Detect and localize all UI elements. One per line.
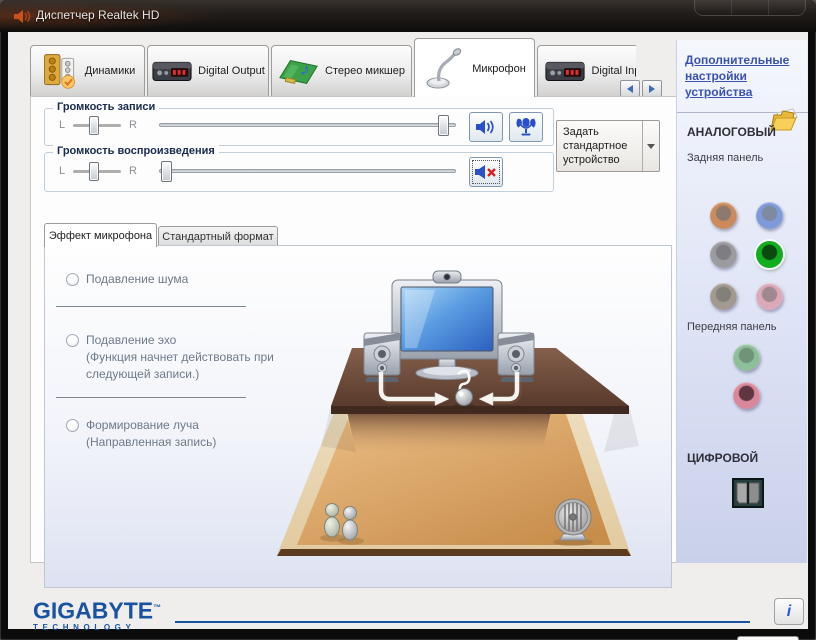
mic-boost-icon <box>516 118 536 136</box>
ok-button[interactable]: OK <box>737 636 799 640</box>
tab-stereo-mixer[interactable]: ♪ Стерео микшер <box>271 45 412 97</box>
rear-gray-jack[interactable] <box>710 241 737 268</box>
subtab-mic-effect[interactable]: Эффект микрофона <box>44 223 157 247</box>
recording-balance-slider[interactable] <box>73 116 121 135</box>
rear-panel-label: Задняя панель <box>687 152 764 164</box>
left-channel-label: L <box>59 119 66 131</box>
caption-button-group <box>694 0 806 16</box>
tab-digital-output[interactable]: Digital Output <box>147 45 269 97</box>
stereo-mixer-icon: ♪ <box>279 58 318 84</box>
rear-blue-jack[interactable] <box>756 202 783 229</box>
maximize-button[interactable] <box>732 0 769 15</box>
mute-speaker-icon <box>475 165 496 179</box>
brand-text: GIGABYTE <box>33 597 154 624</box>
tab-label: Digital Input <box>591 65 636 77</box>
window-title: Диспетчер Realtek HD <box>36 8 160 22</box>
playback-volume-slider[interactable] <box>159 161 456 182</box>
balance-thumb[interactable] <box>89 162 100 181</box>
volume-thumb[interactable] <box>160 161 172 182</box>
playback-monitor-button[interactable] <box>469 112 503 142</box>
spdif-port-icon[interactable] <box>732 478 764 508</box>
gigabyte-logo: GIGABYTE™ TECHNOLOGY <box>33 597 173 632</box>
brand-subtext: TECHNOLOGY <box>33 622 136 632</box>
front-panel-label: Передняя панель <box>687 321 777 333</box>
volume-thumb[interactable] <box>438 115 450 136</box>
set-default-dropdown[interactable] <box>642 121 659 171</box>
arrow-right-icon <box>649 84 655 93</box>
group-title: Громкость записи <box>53 101 160 113</box>
right-channel-label: R <box>129 165 137 177</box>
playback-volume-group: Громкость воспроизведения L R <box>44 145 554 192</box>
set-default-label: Задать стандартное устройство <box>563 126 628 166</box>
subtab-label: Эффект микрофона <box>48 229 153 242</box>
info-button[interactable]: i <box>774 598 804 625</box>
tab-speakers[interactable]: Динамики <box>30 45 145 97</box>
rear-gray2-jack[interactable] <box>710 283 737 310</box>
tab-microphone[interactable]: Микрофон <box>414 38 535 97</box>
arrow-left-icon <box>627 84 633 93</box>
group-title: Громкость воспроизведения <box>53 145 219 157</box>
tab-scroll-left-button[interactable] <box>620 80 640 97</box>
front-green-jack[interactable] <box>733 344 760 371</box>
realtek-hd-manager-window: Диспетчер Realtek HD Динамики Digital Ou… <box>0 0 816 640</box>
tab-label: Динамики <box>84 65 136 77</box>
tab-label: Стерео микшер <box>325 65 405 77</box>
tab-label: Микрофон <box>472 62 526 75</box>
tab-label: Digital Output <box>198 65 265 77</box>
title-bar[interactable]: Диспетчер Realtek HD <box>0 0 816 32</box>
left-channel-label: L <box>59 165 66 177</box>
digital-section-title: ЦИФРОВОЙ <box>687 451 759 465</box>
microphone-icon <box>426 47 462 88</box>
digital-input-icon <box>545 61 586 82</box>
mute-button[interactable] <box>469 157 503 187</box>
device-tab-strip: Динамики Digital Output ♪ Стерео микшер … <box>30 38 636 97</box>
subtab-label: Стандартный формат <box>162 230 274 243</box>
rear-pink-jack[interactable] <box>756 283 783 310</box>
app-speaker-icon <box>14 10 31 23</box>
device-advanced-settings-link[interactable]: Дополнительные настройки устройства <box>685 52 797 100</box>
mic-effect-panel: Подавление шума Подавление эхо (Функция … <box>44 245 672 588</box>
tab-scroll-right-button[interactable] <box>642 80 662 97</box>
room-illustration <box>277 270 639 556</box>
playback-balance-slider[interactable] <box>73 162 121 181</box>
mic-boost-button[interactable] <box>509 112 543 142</box>
chevron-down-icon <box>647 143 655 149</box>
rear-orange-jack[interactable] <box>710 202 737 229</box>
subtab-default-format[interactable]: Стандартный формат <box>158 226 278 247</box>
close-button[interactable] <box>769 0 805 15</box>
trademark: ™ <box>153 603 162 612</box>
recording-volume-slider[interactable] <box>159 115 456 136</box>
speaker-waves-icon <box>476 120 494 134</box>
content-area: Динамики Digital Output ♪ Стерео микшер … <box>8 32 808 640</box>
right-channel-label: R <box>129 119 137 131</box>
footer-divider-line <box>175 621 750 623</box>
recording-volume-group: Громкость записи L R <box>44 101 554 146</box>
tab-scroll-buttons <box>620 80 662 97</box>
info-icon: i <box>786 602 792 620</box>
front-pink-jack[interactable] <box>733 382 760 409</box>
connector-sidebar: Дополнительные настройки устройства АНАЛ… <box>676 40 808 563</box>
rear-green-jack[interactable] <box>756 241 783 268</box>
set-default-device-button[interactable]: Задать стандартное устройство <box>556 120 660 172</box>
minimize-button[interactable] <box>695 0 732 15</box>
analog-section-title: АНАЛОГОВЫЙ <box>687 125 776 139</box>
speakers-icon <box>43 54 75 89</box>
balance-thumb[interactable] <box>89 116 100 135</box>
digital-output-icon <box>152 61 192 82</box>
